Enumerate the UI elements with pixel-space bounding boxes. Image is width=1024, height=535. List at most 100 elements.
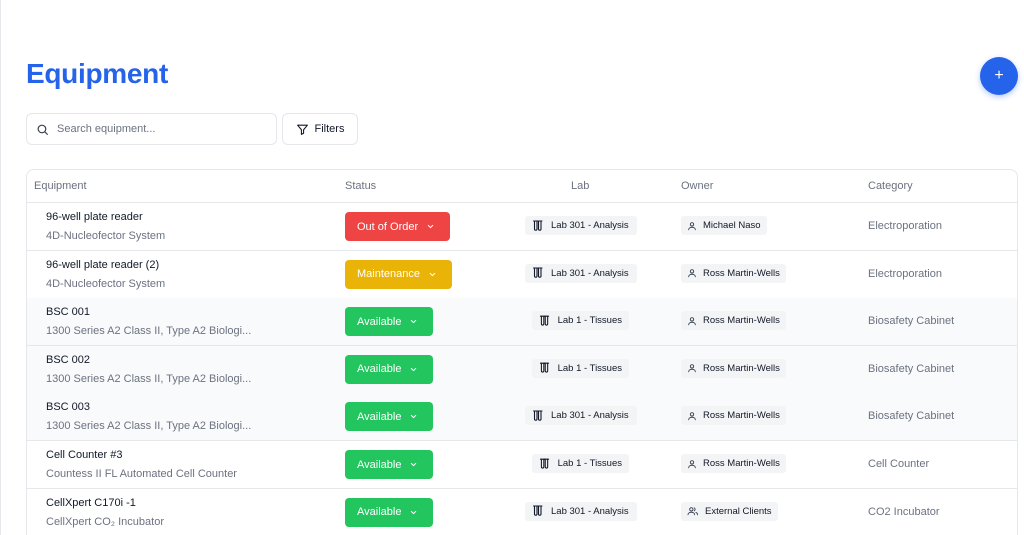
filters-button[interactable]: Filters: [282, 113, 358, 145]
table-row[interactable]: 96-well plate reader 4D-Nucleofector Syst…: [27, 203, 1017, 251]
category-label: Biosafety Cabinet: [868, 410, 955, 423]
equipment-model: 1300 Series A2 Class II, Type A2 Biologi…: [46, 325, 252, 338]
equipment-name[interactable]: BSC 001: [46, 306, 90, 318]
equipment-model: CellXpert CO₂ Incubator: [46, 515, 164, 528]
equipment-table: Equipment Status Lab Owner Category 96-w…: [26, 169, 1018, 535]
equipment-name[interactable]: BSC 002: [46, 354, 90, 366]
owner-badge: Ross Martin-Wells: [681, 454, 786, 473]
test-tubes-icon: [532, 505, 543, 516]
category-label: Biosafety Cabinet: [868, 315, 955, 328]
owner-badge: Ross Martin-Wells: [681, 263, 786, 283]
chevron-down-icon: [411, 462, 417, 467]
lab-badge: Lab 301 - Analysis: [525, 501, 637, 521]
lab-label: Lab 1 - Tissues: [557, 315, 622, 327]
equipment-model: Countess II FL Automated Cell Counter: [46, 468, 237, 480]
user-icon: [688, 221, 696, 230]
status-dropdown[interactable]: Available: [345, 354, 433, 384]
status-label: Available: [357, 315, 402, 328]
user-icon: [688, 269, 696, 278]
status-label: Available: [357, 410, 402, 423]
owner-label: Ross Martin-Wells: [703, 410, 780, 422]
equipment-name[interactable]: 96-well plate reader (2): [46, 259, 159, 271]
category-label: Biosafety Cabinet: [868, 362, 955, 375]
category-label: Electroporation: [868, 220, 942, 232]
status-dropdown[interactable]: Available: [345, 402, 433, 432]
status-dropdown[interactable]: Maintenance: [345, 259, 452, 289]
owner-badge: Ross Martin-Wells: [681, 358, 786, 378]
owner-label: Ross Martin-Wells: [703, 267, 780, 279]
header-lab[interactable]: Lab: [571, 180, 589, 192]
user-icon: [688, 364, 696, 373]
equipment-name[interactable]: 96-well plate reader: [46, 211, 143, 223]
category-label: Electroporation: [868, 267, 942, 280]
search-icon: [37, 124, 48, 135]
users-icon: [687, 507, 699, 516]
filter-icon: [296, 124, 308, 135]
user-icon: [688, 412, 696, 421]
lab-badge: Lab 301 - Analysis: [525, 406, 637, 426]
chevron-down-icon: [429, 272, 436, 276]
status-label: Available: [357, 363, 402, 376]
lab-label: Lab 301 - Analysis: [551, 220, 629, 231]
user-icon: [688, 459, 696, 468]
search-input[interactable]: [57, 123, 257, 135]
page-left-border: [0, 0, 1, 535]
chevron-down-icon: [411, 415, 417, 419]
equipment-model: 1300 Series A2 Class II, Type A2 Biologi…: [46, 420, 252, 433]
lab-label: Lab 301 - Analysis: [551, 267, 629, 279]
chevron-down-icon: [411, 320, 417, 324]
status-dropdown[interactable]: Available: [345, 450, 433, 479]
lab-badge: Lab 301 - Analysis: [525, 216, 637, 235]
lab-label: Lab 301 - Analysis: [551, 410, 629, 422]
status-dropdown[interactable]: Out of Order: [345, 212, 450, 241]
owner-label: External Clients: [705, 505, 772, 517]
owner-label: Ross Martin-Wells: [703, 458, 780, 469]
lab-badge: Lab 1 - Tissues: [532, 358, 629, 378]
add-equipment-button[interactable]: +: [980, 57, 1018, 95]
header-equipment[interactable]: Equipment: [34, 180, 87, 192]
page-title: Equipment: [26, 58, 168, 89]
header-category[interactable]: Category: [868, 180, 913, 192]
chevron-down-icon: [411, 510, 417, 514]
equipment-name[interactable]: CellXpert C170i -1: [46, 497, 136, 509]
owner-label: Michael Naso: [703, 220, 761, 231]
status-dropdown[interactable]: Available: [345, 497, 433, 527]
table-header: Equipment Status Lab Owner Category: [27, 170, 1017, 203]
equipment-model: 4D-Nucleofector System: [46, 277, 166, 290]
owner-badge: External Clients: [681, 501, 778, 521]
chevron-down-icon: [427, 224, 434, 229]
status-dropdown[interactable]: Available: [345, 307, 433, 337]
table-row[interactable]: 96-well plate reader (2) 4D-Nucleofector …: [27, 251, 1017, 299]
status-label: Available: [357, 506, 402, 519]
chevron-down-icon: [411, 367, 417, 371]
header-status[interactable]: Status: [345, 180, 376, 192]
table-row[interactable]: BSC 002 1300 Series A2 Class II, Type A2 …: [27, 345, 1017, 394]
user-icon: [688, 316, 696, 325]
owner-badge: Michael Naso: [681, 216, 767, 235]
test-tubes-icon: [532, 267, 543, 278]
lab-badge: Lab 1 - Tissues: [532, 454, 629, 473]
lab-label: Lab 1 - Tissues: [557, 362, 622, 374]
status-label: Maintenance: [357, 268, 420, 281]
equipment-name[interactable]: BSC 003: [46, 401, 90, 413]
filters-label: Filters: [314, 123, 345, 135]
equipment-model: 4D-Nucleofector System: [46, 230, 166, 242]
search-box[interactable]: [26, 113, 277, 145]
status-label: Out of Order: [357, 220, 419, 233]
status-label: Available: [357, 458, 402, 471]
lab-label: Lab 1 - Tissues: [557, 458, 622, 469]
table-row[interactable]: BSC 003 1300 Series A2 Class II, Type A2 …: [27, 393, 1017, 442]
test-tubes-icon: [539, 315, 550, 326]
owner-badge: Ross Martin-Wells: [681, 406, 786, 426]
equipment-name[interactable]: Cell Counter #3: [46, 449, 122, 461]
test-tubes-icon: [532, 410, 543, 421]
test-tubes-icon: [539, 362, 550, 373]
table-row[interactable]: CellXpert C170i -1 CellXpert CO₂ Incubato…: [27, 489, 1017, 535]
owner-badge: Ross Martin-Wells: [681, 311, 786, 331]
lab-badge: Lab 1 - Tissues: [532, 311, 629, 331]
header-owner[interactable]: Owner: [681, 180, 713, 192]
equipment-model: 1300 Series A2 Class II, Type A2 Biologi…: [46, 372, 252, 385]
owner-label: Ross Martin-Wells: [703, 362, 780, 374]
table-row[interactable]: BSC 001 1300 Series A2 Class II, Type A2 …: [27, 298, 1017, 347]
table-row[interactable]: Cell Counter #3 Countess II FL Automated …: [27, 441, 1017, 489]
